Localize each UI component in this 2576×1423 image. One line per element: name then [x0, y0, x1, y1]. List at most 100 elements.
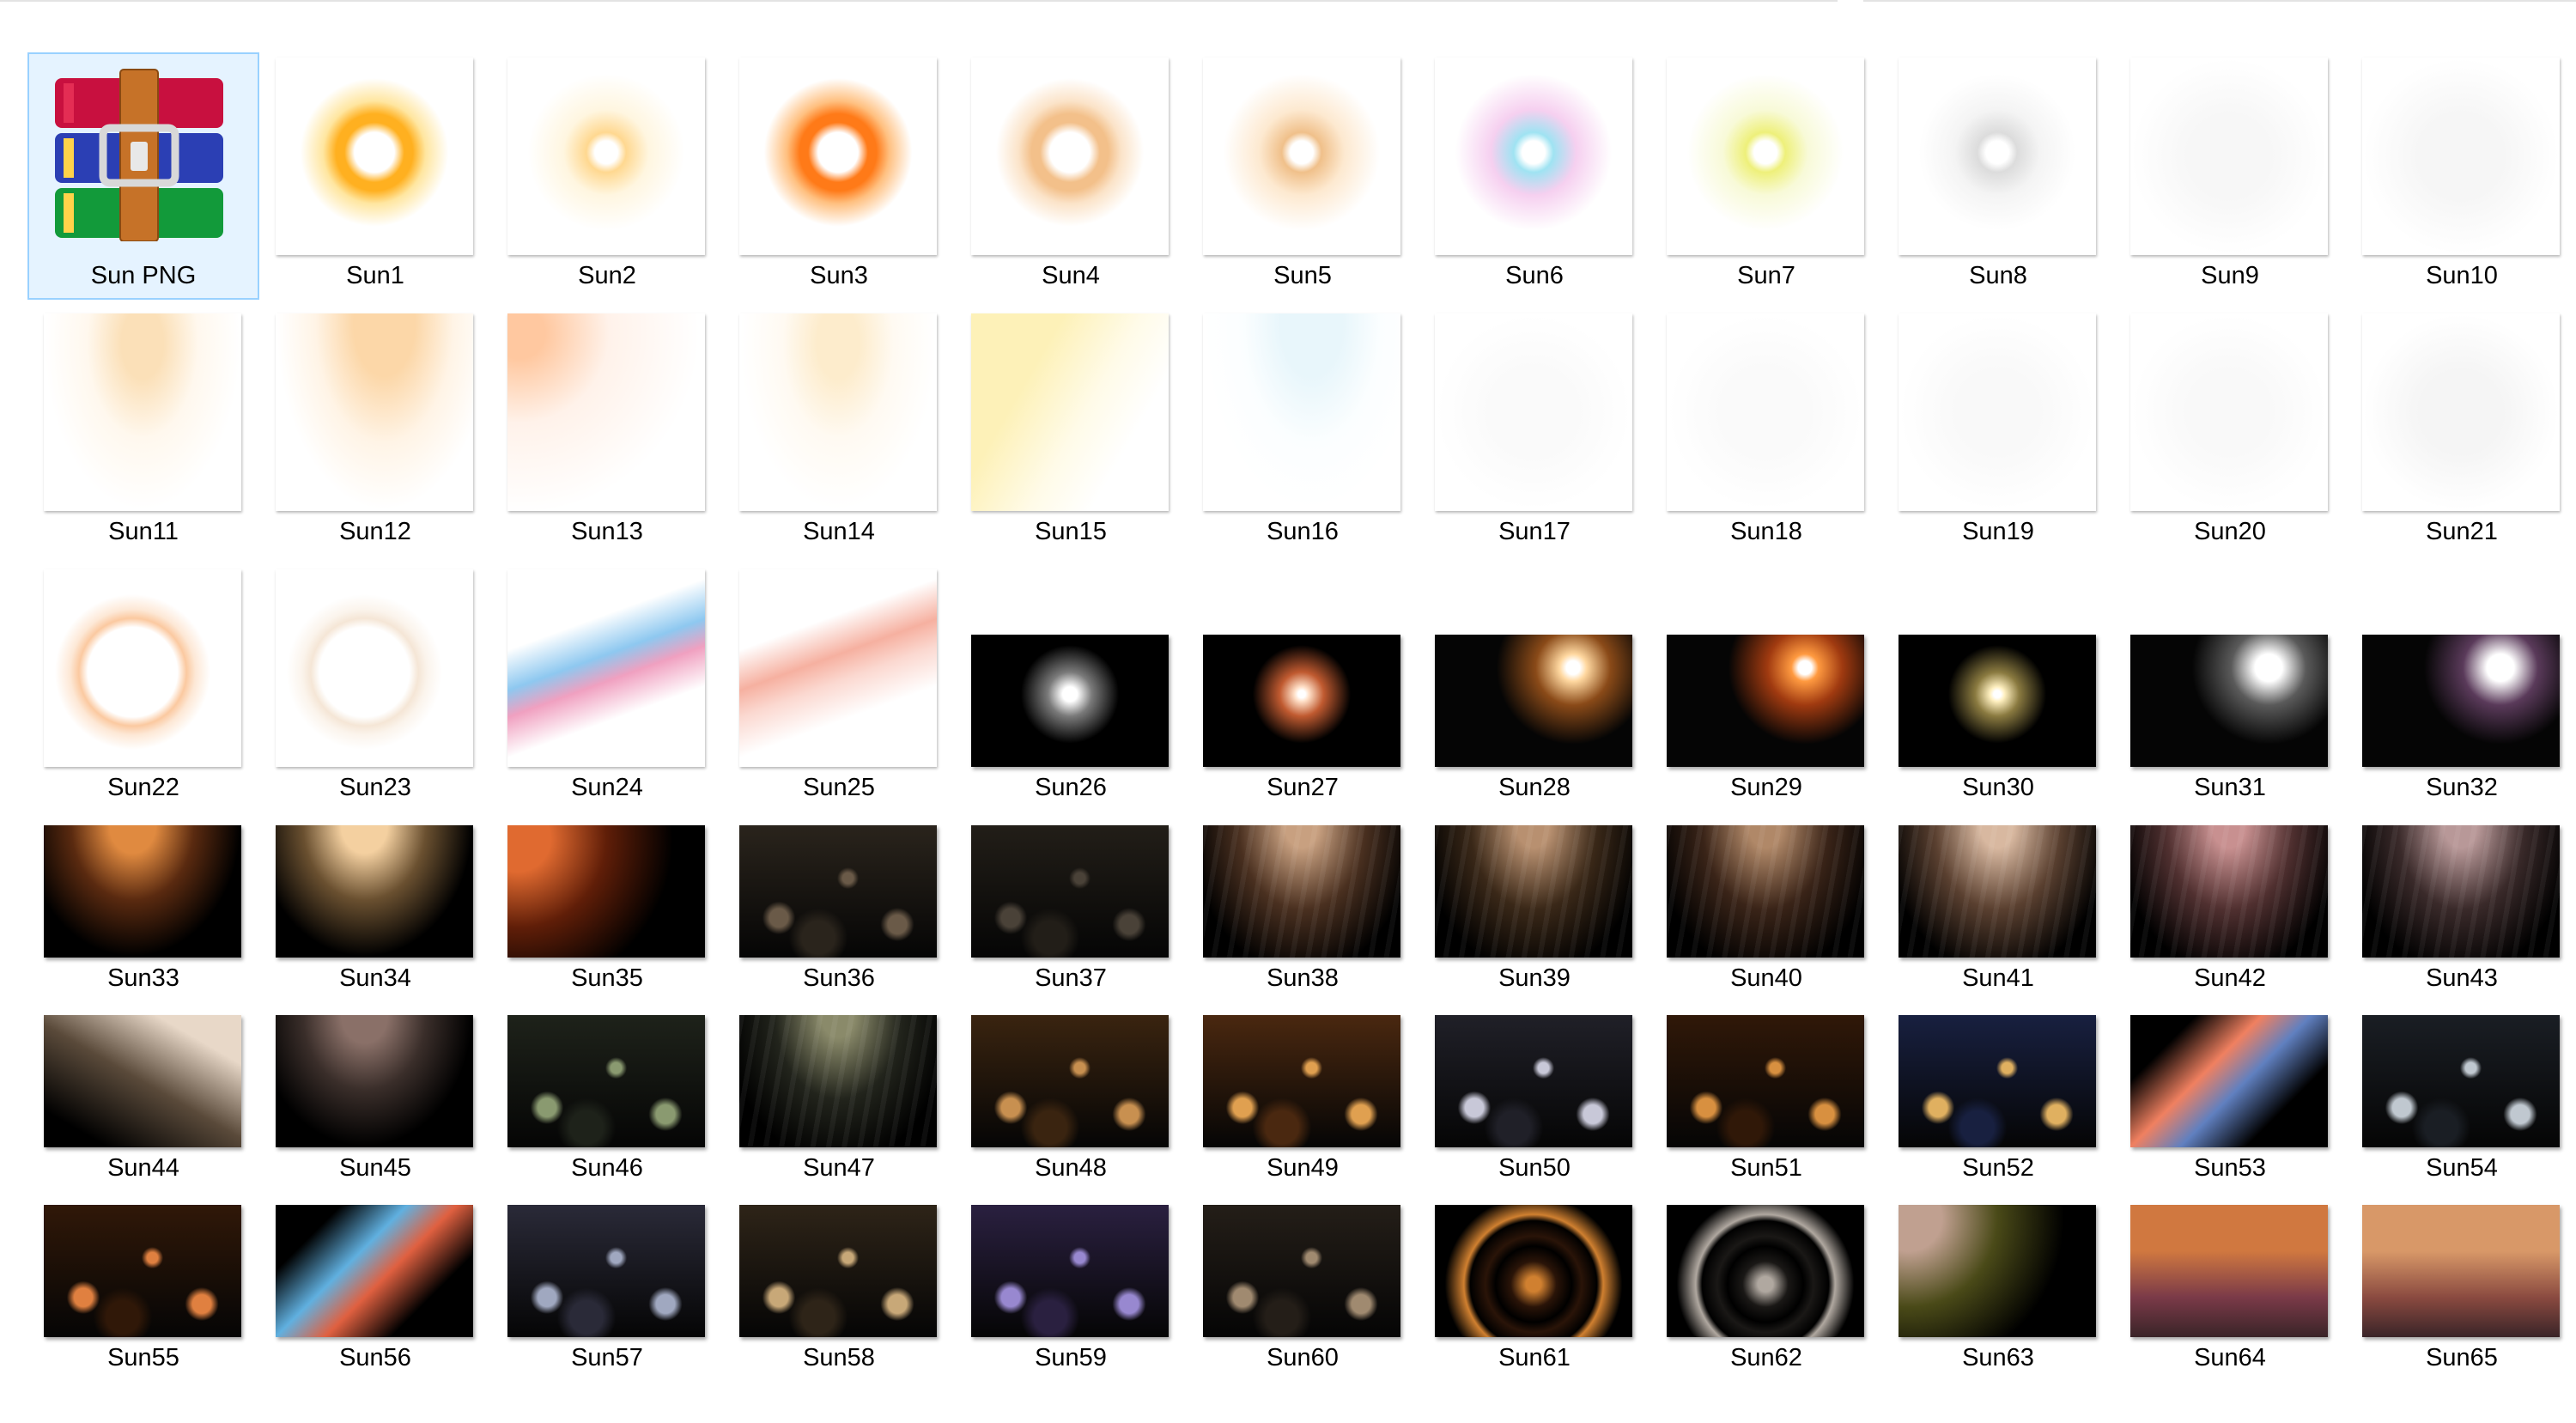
thumbnail-image	[1899, 635, 2096, 767]
file-name-label: Sun20	[2194, 518, 2266, 545]
file-name-label: Sun59	[1035, 1344, 1107, 1371]
file-item[interactable]: Sun58	[723, 1134, 955, 1382]
file-item[interactable]: Sun14	[723, 308, 955, 556]
thumbnail-image	[276, 313, 473, 511]
thumbnail-image	[2362, 825, 2560, 958]
thumbnail-image	[739, 569, 937, 767]
file-item[interactable]: Sun17	[1419, 308, 1650, 556]
file-grid: Sun PNG Sun1 Sun2 Sun3 Sun4 Sun5 Sun6 Sun7 Sun8 S…	[0, 0, 2576, 1423]
file-item[interactable]: Sun3	[723, 52, 955, 300]
file-item[interactable]: Sun6	[1419, 52, 1650, 300]
thumbnail-image	[1667, 1015, 1864, 1147]
file-name-label: Sun63	[1962, 1344, 2034, 1371]
file-name-label: Sun56	[339, 1344, 411, 1371]
thumbnail-image	[971, 635, 1169, 767]
thumbnail-image	[739, 58, 937, 255]
thumbnail-image	[507, 825, 705, 958]
file-name-label: Sun9	[2201, 262, 2259, 289]
file-item[interactable]: Sun8	[1882, 52, 2114, 300]
thumbnail-image	[507, 58, 705, 255]
file-item[interactable]: Sun10	[2346, 52, 2576, 300]
thumbnail-image	[507, 1015, 705, 1147]
thumbnail-image	[1899, 1015, 2096, 1147]
file-item[interactable]: Sun61	[1419, 1134, 1650, 1382]
thumbnail-image	[276, 1205, 473, 1337]
thumbnail-image	[1203, 1015, 1400, 1147]
file-item[interactable]: Sun4	[955, 52, 1187, 300]
file-item[interactable]: Sun62	[1650, 1134, 1882, 1382]
file-item[interactable]: Sun12	[259, 308, 491, 556]
file-item[interactable]: Sun59	[955, 1134, 1187, 1382]
file-item[interactable]: Sun65	[2346, 1134, 2576, 1382]
file-item[interactable]: Sun21	[2346, 308, 2576, 556]
file-name-label: Sun10	[2426, 262, 2498, 289]
file-item[interactable]: Sun5	[1187, 52, 1419, 300]
thumbnail-image	[1899, 58, 2096, 255]
thumbnail-image	[1667, 635, 1864, 767]
thumbnail-image	[276, 58, 473, 255]
file-name-label: Sun65	[2426, 1344, 2498, 1371]
file-name-label: Sun21	[2426, 518, 2498, 545]
thumbnail-image	[739, 313, 937, 511]
thumbnail-image	[971, 58, 1169, 255]
thumbnail-image	[2130, 825, 2328, 958]
file-name-label: Sun1	[346, 262, 404, 289]
file-item[interactable]: Sun1	[259, 52, 491, 300]
file-name-label: Sun5	[1273, 262, 1332, 289]
thumbnail-image	[1435, 1015, 1632, 1147]
thumbnail-image	[971, 825, 1169, 958]
thumbnail-image	[1899, 1205, 2096, 1337]
thumbnail-image	[2362, 1015, 2560, 1147]
thumbnail-image	[1899, 825, 2096, 958]
thumbnail-image	[1435, 313, 1632, 511]
winrar-archive-icon	[55, 69, 223, 241]
thumbnail-image	[44, 1205, 241, 1337]
file-item[interactable]: Sun20	[2114, 308, 2346, 556]
thumbnail-image	[1435, 1205, 1632, 1337]
thumbnail-image	[971, 313, 1169, 511]
thumbnail-image	[44, 569, 241, 767]
file-name-label: Sun57	[571, 1344, 643, 1371]
thumbnail-image	[2130, 1015, 2328, 1147]
file-name-label: Sun19	[1962, 518, 2034, 545]
file-item[interactable]: Sun7	[1650, 52, 1882, 300]
file-item[interactable]: Sun56	[259, 1134, 491, 1382]
file-item[interactable]: Sun19	[1882, 308, 2114, 556]
file-item[interactable]: Sun13	[491, 308, 723, 556]
archive-item[interactable]: Sun PNG	[27, 52, 259, 300]
thumbnail-image	[2362, 58, 2560, 255]
thumbnail-image	[1435, 635, 1632, 767]
file-name-label: Sun55	[107, 1344, 179, 1371]
file-name-label: Sun PNG	[90, 262, 197, 289]
file-name-label: Sun11	[108, 518, 179, 545]
file-name-label: Sun13	[571, 518, 643, 545]
thumbnail-image	[44, 313, 241, 511]
file-item[interactable]: Sun64	[2114, 1134, 2346, 1382]
file-item[interactable]: Sun11	[27, 308, 259, 556]
thumbnail-image	[2362, 635, 2560, 767]
file-name-label: Sun14	[803, 518, 875, 545]
file-name-label: Sun16	[1267, 518, 1339, 545]
file-item[interactable]: Sun2	[491, 52, 723, 300]
file-item[interactable]: Sun15	[955, 308, 1187, 556]
file-item[interactable]: Sun60	[1187, 1134, 1419, 1382]
file-name-label: Sun18	[1730, 518, 1802, 545]
file-item[interactable]: Sun9	[2114, 52, 2346, 300]
file-name-label: Sun15	[1035, 518, 1107, 545]
file-item[interactable]: Sun55	[27, 1134, 259, 1382]
thumbnail-image	[2362, 1205, 2560, 1337]
thumbnail-image	[2130, 58, 2328, 255]
thumbnail-image	[44, 1015, 241, 1147]
thumbnail-image	[971, 1015, 1169, 1147]
file-name-label: Sun3	[810, 262, 868, 289]
file-item[interactable]: Sun57	[491, 1134, 723, 1382]
thumbnail-image	[2362, 313, 2560, 511]
file-item[interactable]: Sun18	[1650, 308, 1882, 556]
file-name-label: Sun17	[1498, 518, 1571, 545]
thumbnail-image	[2130, 635, 2328, 767]
thumbnail-image	[1435, 58, 1632, 255]
file-name-label: Sun61	[1498, 1344, 1571, 1371]
thumbnail-image	[739, 1205, 937, 1337]
file-item[interactable]: Sun16	[1187, 308, 1419, 556]
file-item[interactable]: Sun63	[1882, 1134, 2114, 1382]
